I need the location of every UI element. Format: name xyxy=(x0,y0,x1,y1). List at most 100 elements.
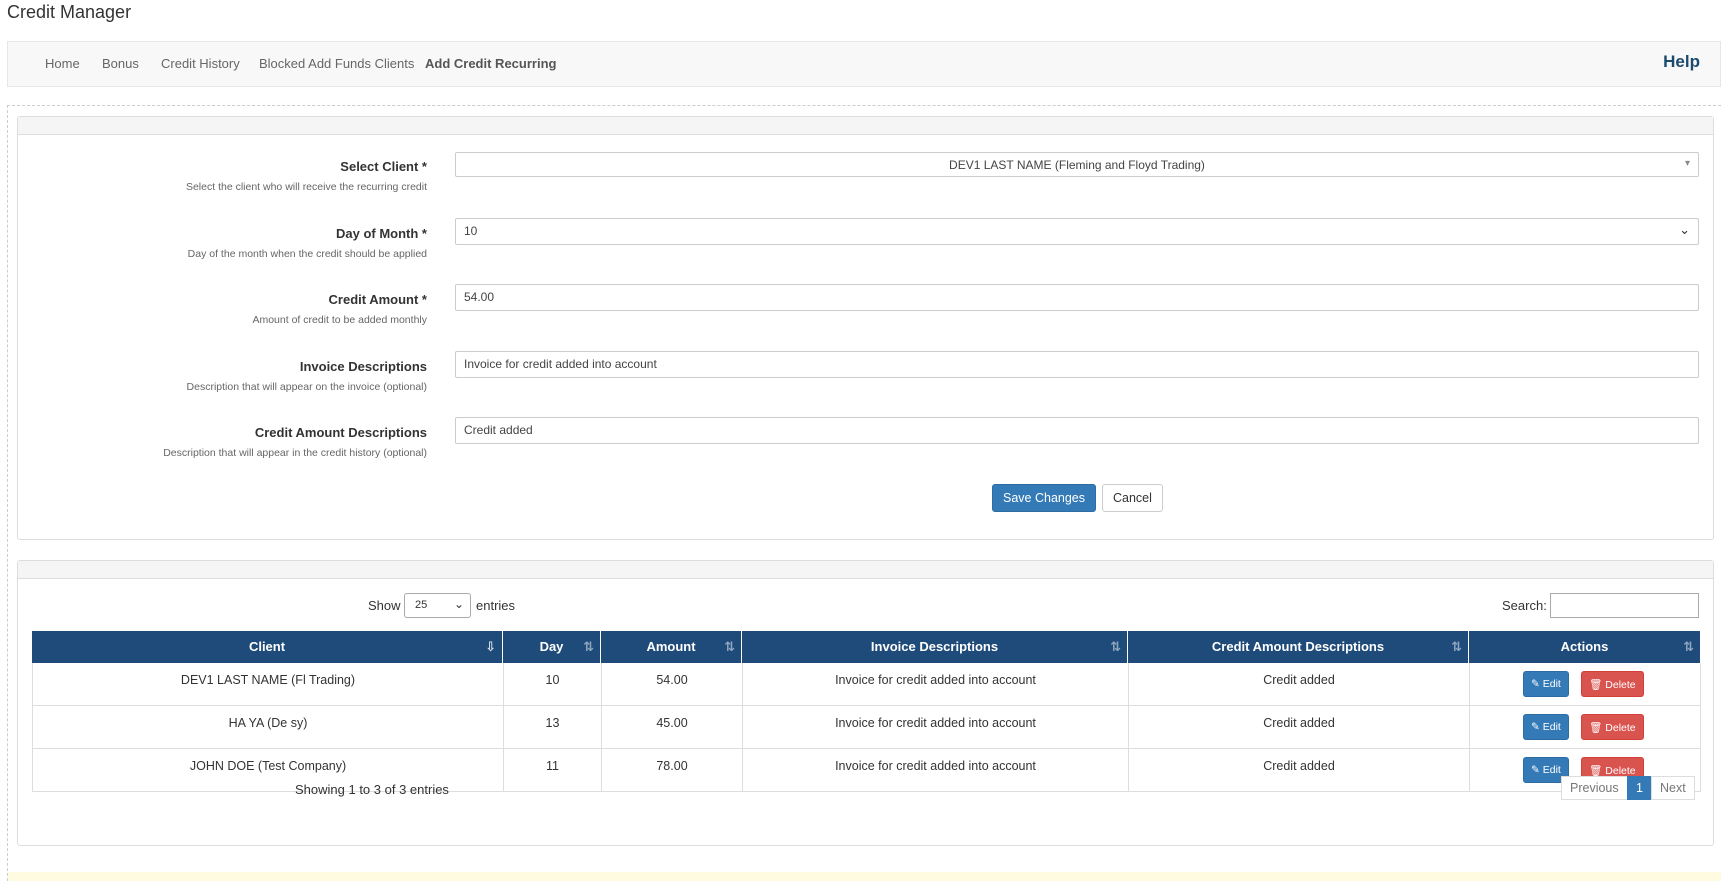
invoice-description-label: Invoice Descriptions xyxy=(299,359,427,374)
entries-label: entries xyxy=(476,598,516,613)
nav-credit-history[interactable]: Credit History xyxy=(161,56,240,71)
col-client[interactable]: Client ⇩ xyxy=(32,631,503,663)
trash-icon: 🗑 xyxy=(1589,679,1603,691)
search-label: Search: xyxy=(1502,598,1547,613)
day-of-month-row: Day of Month * Day of the month when the… xyxy=(18,218,1713,276)
select-client-help: Select the client who will receive the r… xyxy=(185,181,427,193)
col-amount-label: Amount xyxy=(646,639,696,654)
table-row: JOHN DOE (Test Company) 11 78.00 Invoice… xyxy=(32,749,1701,792)
table-header: Client ⇩ Day ⇅ Amount ⇅ Invoice Descript… xyxy=(32,631,1700,663)
credit-amount-help: Amount of credit to be added monthly xyxy=(252,314,427,326)
edit-icon: ✎ xyxy=(1531,678,1540,690)
select-client-dropdown[interactable]: DEV1 LAST NAME (Fleming and Floyd Tradin… xyxy=(455,152,1699,177)
pagination-previous[interactable]: Previous xyxy=(1561,776,1628,800)
chevron-down-icon: ▾ xyxy=(1684,158,1690,169)
cell-invoice: Invoice for credit added into account xyxy=(743,663,1129,706)
col-client-label: Client xyxy=(248,639,286,654)
cell-client: DEV1 LAST NAME (Fl Trading) xyxy=(33,663,504,706)
credit-amount-label: Credit Amount * xyxy=(328,292,427,307)
day-of-month-value: 10 xyxy=(464,224,478,238)
table-row: HA YA (De sy) 13 45.00 Invoice for credi… xyxy=(32,706,1701,749)
table-panel-header xyxy=(18,561,1713,579)
delete-label: Delete xyxy=(1605,722,1636,734)
cell-day: 13 xyxy=(504,706,602,749)
nav-add-credit-recurring[interactable]: Add Credit Recurring xyxy=(425,56,556,71)
search-input[interactable] xyxy=(1550,593,1699,618)
cell-actions: ✎ Edit 🗑 Delete xyxy=(1470,663,1701,706)
cell-credit: Credit added xyxy=(1129,749,1470,792)
cell-credit: Credit added xyxy=(1129,663,1470,706)
nav-bonus[interactable]: Bonus xyxy=(102,56,139,71)
invoice-description-row: Invoice Descriptions Description that wi… xyxy=(18,351,1713,409)
col-actions-label: Actions xyxy=(1560,639,1609,654)
cell-invoice: Invoice for credit added into account xyxy=(743,749,1129,792)
credit-amount-row: Credit Amount * Amount of credit to be a… xyxy=(18,284,1713,342)
cell-invoice: Invoice for credit added into account xyxy=(743,706,1129,749)
select-client-label: Select Client * xyxy=(340,159,427,174)
day-of-month-label: Day of Month * xyxy=(336,226,427,241)
col-credit-label: Credit Amount Descriptions xyxy=(1211,639,1385,654)
edit-label: Edit xyxy=(1542,721,1561,733)
invoice-description-input[interactable]: Invoice for credit added into account xyxy=(455,351,1699,378)
col-invoice-descriptions[interactable]: Invoice Descriptions ⇅ xyxy=(742,631,1128,663)
day-of-month-select[interactable]: 10 ⌄ xyxy=(455,218,1699,245)
credit-description-help: Description that will appear in the cred… xyxy=(163,447,427,459)
sort-icon: ⇅ xyxy=(583,639,594,654)
sort-icon: ⇅ xyxy=(1451,639,1462,654)
edit-label: Edit xyxy=(1542,764,1561,776)
delete-button[interactable]: 🗑 Delete xyxy=(1581,671,1644,697)
chevron-down-icon: ⌄ xyxy=(1679,222,1690,237)
show-label: Show xyxy=(368,598,401,613)
credit-amount-input[interactable]: 54.00 xyxy=(455,284,1699,311)
trash-icon: 🗑 xyxy=(1589,722,1603,734)
col-invoice-label: Invoice Descriptions xyxy=(870,639,999,654)
col-day-label: Day xyxy=(539,639,564,654)
cell-day: 10 xyxy=(504,663,602,706)
cell-amount: 45.00 xyxy=(602,706,743,749)
data-table: Client ⇩ Day ⇅ Amount ⇅ Invoice Descript… xyxy=(32,631,1701,792)
col-day[interactable]: Day ⇅ xyxy=(503,631,601,663)
edit-icon: ✎ xyxy=(1531,764,1540,776)
chevron-down-icon: ⌄ xyxy=(453,597,464,611)
sort-icon: ⇩ xyxy=(485,639,496,654)
cell-credit: Credit added xyxy=(1129,706,1470,749)
entries-length-value: 25 xyxy=(415,599,428,611)
sort-icon: ⇅ xyxy=(1110,639,1121,654)
nav-home[interactable]: Home xyxy=(45,56,80,71)
nav-blocked-add-funds[interactable]: Blocked Add Funds Clients xyxy=(259,56,414,71)
recurring-credit-form: Select Client * Select the client who wi… xyxy=(17,116,1714,540)
day-of-month-help: Day of the month when the credit should … xyxy=(187,248,427,260)
cell-actions: ✎ Edit 🗑 Delete xyxy=(1470,706,1701,749)
invoice-description-help: Description that will appear on the invo… xyxy=(186,381,427,393)
save-changes-button[interactable]: Save Changes xyxy=(992,484,1097,512)
recurring-credits-table-panel: Show 25 ⌄ entries Search: Client ⇩ Day ⇅… xyxy=(17,560,1714,846)
table-row: DEV1 LAST NAME (Fl Trading) 10 54.00 Inv… xyxy=(32,663,1701,706)
top-nav: Home Bonus Credit History Blocked Add Fu… xyxy=(7,41,1721,87)
select-client-row: Select Client * Select the client who wi… xyxy=(18,152,1713,209)
table-info: Showing 1 to 3 of 3 entries xyxy=(295,782,449,797)
pagination-next[interactable]: Next xyxy=(1651,776,1695,800)
select-client-value: DEV1 LAST NAME (Fleming and Floyd Tradin… xyxy=(949,158,1205,172)
cell-client: HA YA (De sy) xyxy=(33,706,504,749)
col-amount[interactable]: Amount ⇅ xyxy=(601,631,742,663)
help-link[interactable]: Help xyxy=(1663,52,1700,72)
edit-button[interactable]: ✎ Edit xyxy=(1523,671,1569,697)
col-credit-descriptions[interactable]: Credit Amount Descriptions ⇅ xyxy=(1128,631,1469,663)
edit-button[interactable]: ✎ Edit xyxy=(1523,714,1569,740)
credit-description-input[interactable]: Credit added xyxy=(455,417,1699,444)
delete-button[interactable]: 🗑 Delete xyxy=(1581,714,1644,740)
sort-icon: ⇅ xyxy=(724,639,735,654)
cell-day: 11 xyxy=(504,749,602,792)
edit-icon: ✎ xyxy=(1531,721,1540,733)
credit-description-label: Credit Amount Descriptions xyxy=(254,425,427,440)
cancel-button[interactable]: Cancel xyxy=(1102,484,1163,512)
pagination-page-1[interactable]: 1 xyxy=(1627,776,1652,800)
col-actions[interactable]: Actions ⇅ xyxy=(1469,631,1700,663)
form-panel-header xyxy=(18,117,1713,135)
credit-description-row: Credit Amount Descriptions Description t… xyxy=(18,417,1713,475)
delete-label: Delete xyxy=(1605,679,1636,691)
edit-label: Edit xyxy=(1542,678,1561,690)
page-title: Credit Manager xyxy=(7,2,132,22)
entries-length-select[interactable]: 25 ⌄ xyxy=(404,593,471,618)
sort-icon: ⇅ xyxy=(1683,639,1694,654)
